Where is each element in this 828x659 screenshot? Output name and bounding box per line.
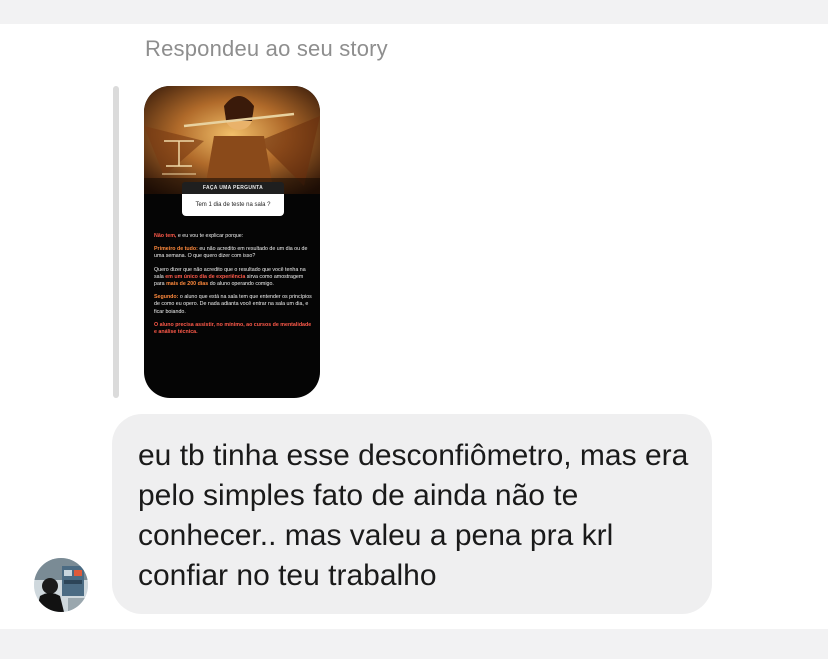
story-artwork-image xyxy=(144,86,320,194)
bottom-band xyxy=(0,629,828,659)
story-third-lead: Segundo: xyxy=(154,294,179,301)
story-question-header: FAÇA UMA PERGUNTA xyxy=(182,182,284,194)
avatar-photo-icon xyxy=(34,558,88,612)
reply-quote-bar xyxy=(113,86,119,398)
message-bubble[interactable]: eu tb tinha esse desconfiômetro, mas era… xyxy=(112,414,712,614)
story-answer-text: Não tem, e eu vou te explicar porque: Pr… xyxy=(154,233,312,342)
story-third-text: o aluno que está na sala tem que entende… xyxy=(154,294,312,315)
story-second-text-end: do aluno operando comigo. xyxy=(209,281,274,288)
story-answer-intro-highlight: Não tem, xyxy=(154,233,177,239)
story-second-highlight: em um único dia de experiência xyxy=(165,273,246,280)
story-first-lead: Primeiro de tudo: xyxy=(154,246,198,253)
top-band xyxy=(0,0,828,24)
story-question-text: Tem 1 dia de teste na sala ? xyxy=(182,194,284,216)
sender-avatar[interactable] xyxy=(34,558,88,612)
message-text: eu tb tinha esse desconfiômetro, mas era… xyxy=(138,439,689,592)
story-answer-intro: e eu vou te explicar porque: xyxy=(177,233,244,239)
story-second-highlight-2: mais de 200 dias xyxy=(166,281,209,288)
story-reply-caption: Respondeu ao seu story xyxy=(145,36,388,61)
story-closing-text: O aluno precisa assistir, no mínimo, ao … xyxy=(154,321,312,336)
story-preview[interactable]: FAÇA UMA PERGUNTA Tem 1 dia de teste na … xyxy=(144,86,320,398)
